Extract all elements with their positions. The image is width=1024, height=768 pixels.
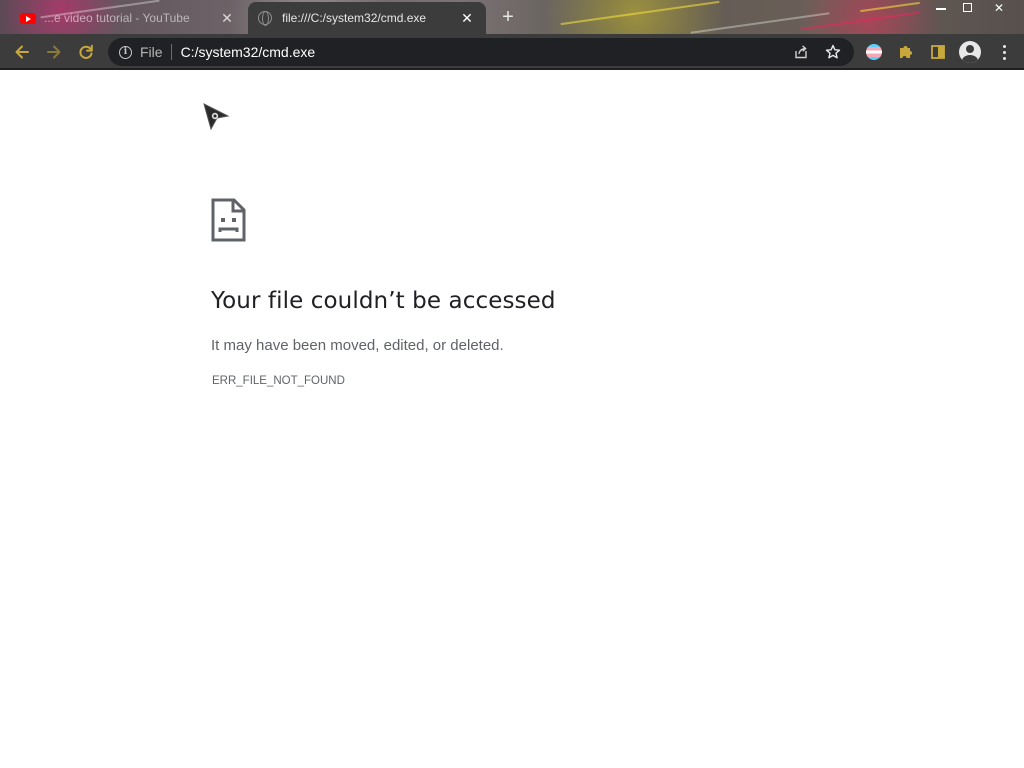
arrow-right-icon <box>47 45 61 59</box>
share-icon[interactable] <box>788 39 814 65</box>
tab-title: file:///C:/system32/cmd.exe <box>282 11 427 25</box>
tab-youtube[interactable]: ...e video tutorial - YouTube ✕ <box>10 2 246 34</box>
sad-document-icon <box>211 198 246 242</box>
tab-close-icon[interactable]: ✕ <box>458 9 476 27</box>
forward-button[interactable] <box>41 39 67 65</box>
arrow-left-icon <box>15 45 29 59</box>
address-bar[interactable]: i File C:/system32/cmd.exe <box>108 38 854 66</box>
menu-dots <box>1002 44 1006 60</box>
tab-strip: ...e video tutorial - YouTube ✕ file:///… <box>0 0 1024 34</box>
tab-cmd-file[interactable]: file:///C:/system32/cmd.exe ✕ <box>248 2 486 34</box>
back-button[interactable] <box>9 39 35 65</box>
puzzle-extensions-icon[interactable] <box>894 40 918 64</box>
avatar <box>959 41 981 63</box>
new-tab-button[interactable]: + <box>496 6 520 28</box>
info-icon[interactable]: i <box>119 45 132 59</box>
reload-icon <box>79 44 93 59</box>
mouse-cursor-icon <box>203 103 230 131</box>
browser-toolbar: i File C:/system32/cmd.exe <box>0 34 1024 70</box>
minimize-icon <box>936 8 946 10</box>
flag-dot <box>866 44 882 60</box>
reload-button[interactable] <box>73 39 99 65</box>
page-content: Your file couldn’t be accessed It may ha… <box>0 72 1024 768</box>
tab-title: ...e video tutorial - YouTube <box>44 11 190 25</box>
kebab-menu-icon[interactable] <box>992 40 1016 64</box>
globe-icon <box>258 11 272 26</box>
page-title: Your file couldn’t be accessed <box>211 288 556 314</box>
window-close-button[interactable]: ✕ <box>986 0 1012 18</box>
scheme-chip[interactable]: File <box>140 44 172 60</box>
trans-flag-extension-icon[interactable] <box>862 40 886 64</box>
maximize-button[interactable] <box>954 0 980 18</box>
profile-icon[interactable] <box>958 40 982 64</box>
error-code: ERR_FILE_NOT_FOUND <box>212 375 345 387</box>
side-panel-icon[interactable] <box>926 40 950 64</box>
minimize-button[interactable] <box>928 0 954 18</box>
youtube-icon <box>20 12 36 24</box>
error-description: It may have been moved, edited, or delet… <box>211 337 504 354</box>
star-icon[interactable] <box>820 39 846 65</box>
maximize-icon <box>962 3 972 12</box>
url-text[interactable]: C:/system32/cmd.exe <box>181 44 788 60</box>
tab-close-icon[interactable]: ✕ <box>218 9 236 27</box>
